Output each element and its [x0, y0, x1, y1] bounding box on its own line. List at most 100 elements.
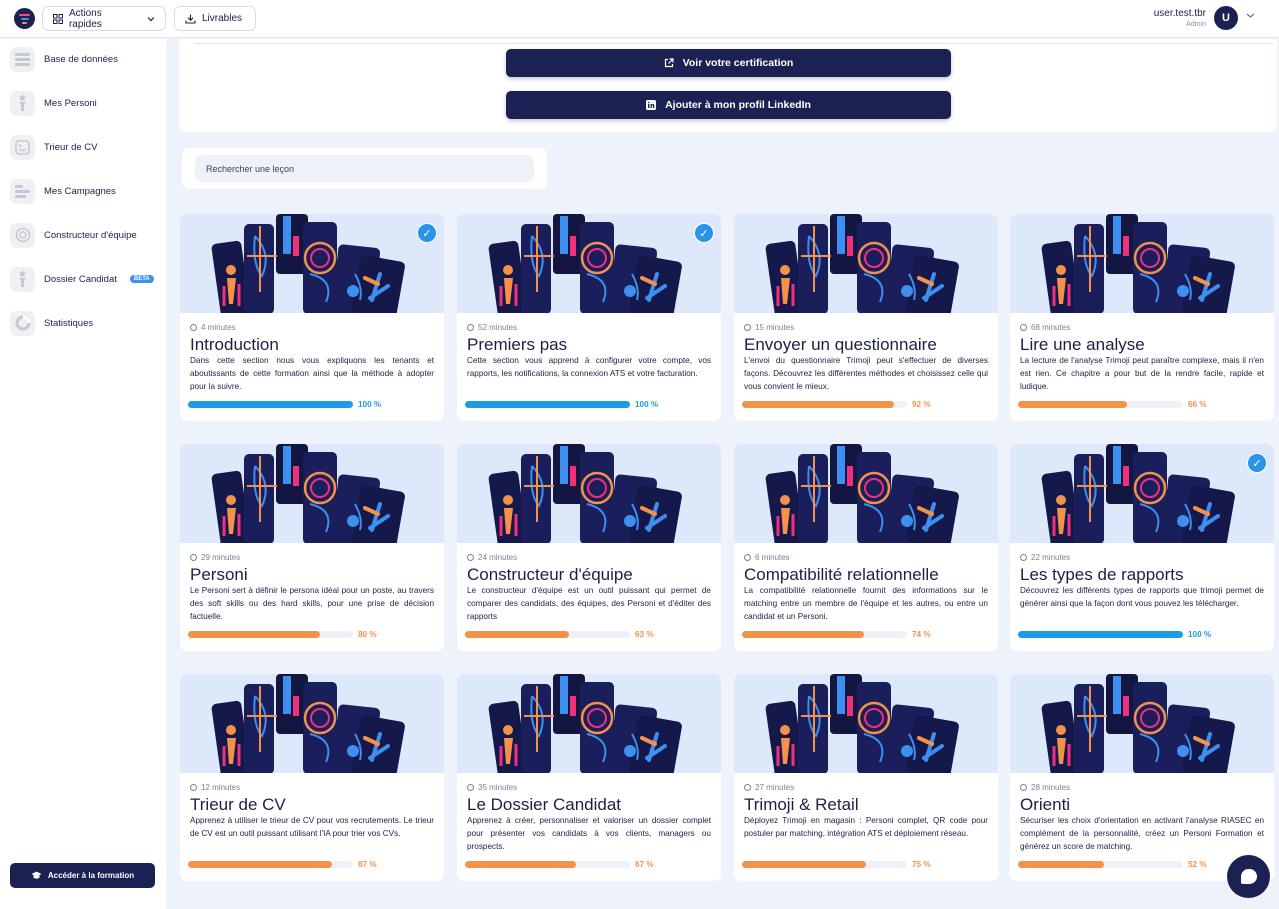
- graduation-cap-icon: [31, 871, 42, 879]
- trimoji-logo[interactable]: [14, 8, 35, 29]
- lesson-title: Le Dossier Candidat: [467, 795, 622, 814]
- sidebar-item-candidate-file[interactable]: Dossier Candidat BETA: [10, 265, 160, 293]
- lesson-duration: 22 minutes: [1020, 553, 1070, 562]
- add-linkedin-button[interactable]: Ajouter à mon profil LinkedIn: [506, 91, 951, 119]
- lesson-illustration: [734, 214, 998, 313]
- lesson-progress-bar: [742, 631, 907, 638]
- lesson-title: Envoyer un questionnaire: [744, 335, 937, 354]
- lesson-title: Trimoji & Retail: [744, 795, 859, 814]
- quick-actions-button[interactable]: Actions rapides: [42, 6, 166, 31]
- lesson-progress-bar: [1018, 861, 1183, 868]
- candidate-file-icon: [10, 266, 35, 292]
- deliverables-label: Livrables: [202, 13, 243, 24]
- lesson-title: Premiers pas: [467, 335, 568, 354]
- lesson-duration: 27 minutes: [744, 783, 794, 792]
- lesson-progress-fill: [188, 401, 353, 408]
- sidebar-item-label: Mes Personi: [44, 97, 97, 109]
- lesson-duration-label: 68 minutes: [1031, 323, 1071, 332]
- lesson-title: Introduction: [190, 335, 279, 354]
- sidebar-item-team-builder[interactable]: Constructeur d'équipe: [10, 221, 160, 249]
- lesson-illustration: ✓: [457, 214, 721, 313]
- sidebar-item-personi[interactable]: Mes Personi: [10, 89, 160, 117]
- campaign-icon: [10, 178, 35, 204]
- lesson-duration-label: 4 minutes: [201, 323, 236, 332]
- lesson-card[interactable]: 15 minutes Envoyer un questionnaire L'envo…: [734, 214, 998, 421]
- lesson-description: Sécuriser les choix d'orientation en act…: [1020, 816, 1264, 851]
- lesson-progress-label: 100 %: [1188, 630, 1212, 639]
- lesson-progress-bar: [465, 631, 630, 638]
- access-training-label: Accéder à la formation: [47, 871, 135, 880]
- statistics-icon: [10, 310, 35, 336]
- completed-check-icon: ✓: [417, 223, 437, 243]
- clock-icon: [190, 554, 197, 561]
- clock-icon: [1020, 784, 1027, 791]
- sidebar-item-statistics[interactable]: Statistiques: [10, 309, 160, 337]
- clock-icon: [190, 324, 197, 331]
- lesson-progress-bar: [465, 861, 630, 868]
- clock-icon: [744, 554, 751, 561]
- lesson-search-input[interactable]: [195, 155, 534, 182]
- clock-icon: [1020, 324, 1027, 331]
- download-icon: [185, 14, 196, 24]
- completed-check-icon: ✓: [694, 223, 714, 243]
- lesson-card[interactable]: ✓ 52 minutes Premiers pas Cette section vou…: [457, 214, 721, 421]
- sidebar: Base de données Mes Personi Trieur de CV…: [0, 39, 166, 909]
- lesson-card[interactable]: 35 minutes Le Dossier Candidat Apprenez à …: [457, 674, 721, 881]
- lesson-progress-fill: [465, 861, 576, 868]
- chat-button[interactable]: [1227, 855, 1270, 898]
- sidebar-item-label: Statistiques: [44, 317, 94, 329]
- lesson-duration-label: 29 minutes: [201, 553, 241, 562]
- lesson-illustration: [457, 674, 721, 773]
- clock-icon: [467, 784, 474, 791]
- lesson-progress-fill: [742, 861, 866, 868]
- team-builder-icon: [10, 222, 35, 248]
- lesson-card[interactable]: 29 minutes Personi Le Personi sert à défin…: [180, 444, 444, 651]
- lesson-card[interactable]: 27 minutes Trimoji & Retail Déployez Trimo…: [734, 674, 998, 881]
- add-linkedin-label: Ajouter à mon profil LinkedIn: [665, 99, 811, 111]
- lesson-progress-label: 52 %: [1188, 860, 1207, 869]
- lesson-card[interactable]: 68 minutes Lire une analyse La lecture de …: [1010, 214, 1274, 421]
- deliverables-button[interactable]: Livrables: [174, 6, 256, 31]
- lesson-card[interactable]: 24 minutes Constructeur d'équipe Le constr…: [457, 444, 721, 651]
- lesson-progress-fill: [1018, 401, 1127, 408]
- lesson-duration: 28 minutes: [1020, 783, 1070, 792]
- avatar[interactable]: U: [1214, 6, 1238, 30]
- lesson-progress-bar: [465, 401, 630, 408]
- access-training-button[interactable]: Accéder à la formation: [10, 863, 155, 888]
- lesson-progress-label: 63 %: [635, 630, 654, 639]
- sidebar-item-label: Mes Campagnes: [44, 185, 116, 197]
- lesson-description: La compatibilité relationnelle fournit d…: [744, 586, 988, 621]
- lesson-progress-label: 100 %: [635, 400, 659, 409]
- lesson-progress-bar: [742, 861, 907, 868]
- lesson-card[interactable]: 6 minutes Compatibilité relationnelle La c…: [734, 444, 998, 651]
- lesson-description: Cette section vous apprend à configurer …: [467, 356, 711, 378]
- external-link-icon: [664, 58, 674, 68]
- lesson-card[interactable]: ✓ 22 minutes Les types de rapports Découvre…: [1010, 444, 1274, 651]
- sidebar-item-label: Trieur de CV: [44, 141, 98, 153]
- lesson-progress-fill: [742, 631, 865, 638]
- lesson-card[interactable]: 12 minutes Trieur de CV Apprenez à utilise…: [180, 674, 444, 881]
- lesson-duration-label: 22 minutes: [1031, 553, 1071, 562]
- lesson-progress-label: 75 %: [912, 860, 931, 869]
- view-certification-button[interactable]: Voir votre certification: [506, 49, 951, 77]
- lesson-card[interactable]: 28 minutes Orienti Sécuriser les choix d'o…: [1010, 674, 1274, 881]
- lesson-progress-bar: [188, 631, 353, 638]
- lesson-progress-bar: [188, 861, 353, 868]
- lesson-description: Dans cette section nous vous expliquons …: [190, 356, 434, 391]
- sidebar-item-campaigns[interactable]: Mes Campagnes: [10, 177, 160, 205]
- lesson-illustration: [180, 444, 444, 543]
- sidebar-item-database[interactable]: Base de données: [10, 45, 160, 73]
- lesson-duration: 35 minutes: [467, 783, 517, 792]
- lesson-progress-fill: [188, 631, 320, 638]
- beta-badge: BETA: [129, 275, 154, 283]
- user-menu-chevron-icon[interactable]: [1246, 12, 1255, 19]
- lesson-duration: 4 minutes: [190, 323, 236, 332]
- lesson-card[interactable]: ✓ 4 minutes Introduction Dans cette section…: [180, 214, 444, 421]
- lesson-progress-bar: [1018, 631, 1183, 638]
- user-role: Admin: [1186, 21, 1206, 28]
- lesson-progress-fill: [465, 631, 569, 638]
- lesson-duration-label: 35 minutes: [478, 783, 518, 792]
- lesson-progress-label: 92 %: [912, 400, 931, 409]
- lesson-description: Le constructeur d'équipe est un outil pu…: [467, 586, 711, 621]
- sidebar-item-cv-sorter[interactable]: Trieur de CV: [10, 133, 160, 161]
